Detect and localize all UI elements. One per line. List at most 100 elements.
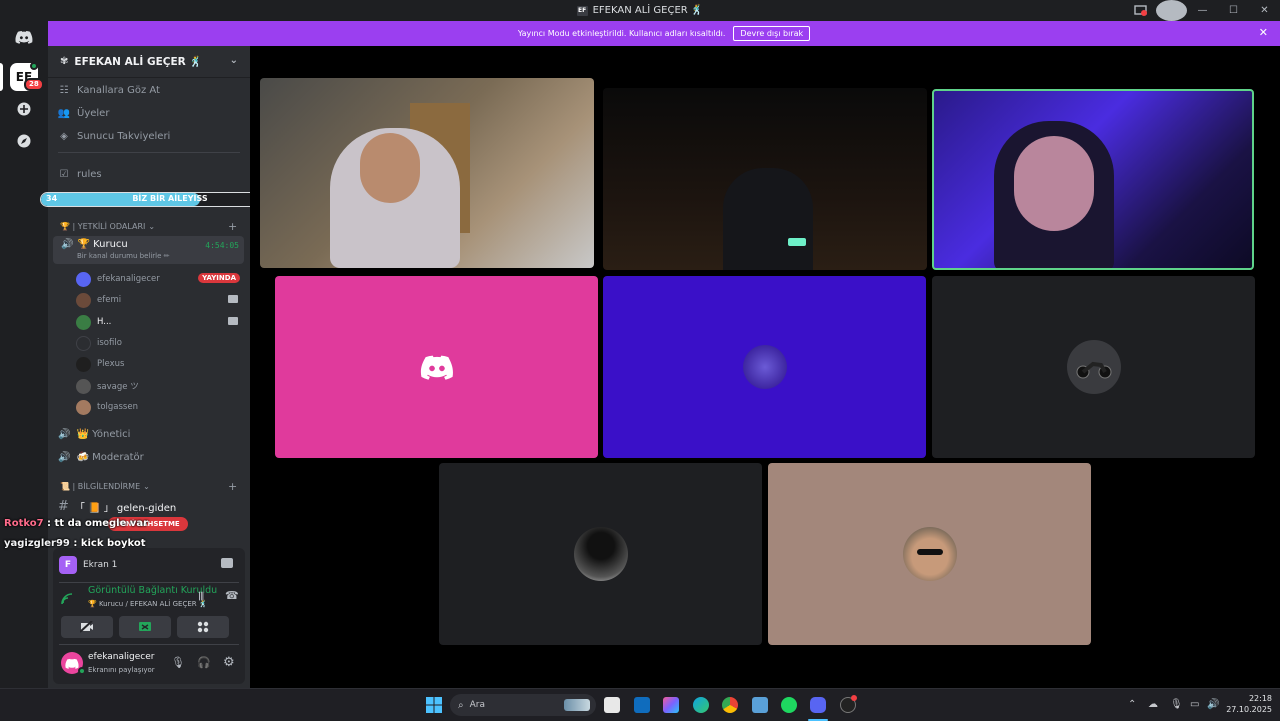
window-controls: ? — ☐ ✕ bbox=[1125, 0, 1280, 21]
volume-icon[interactable]: 🔊 bbox=[1207, 699, 1219, 710]
avatar bbox=[76, 335, 91, 351]
activities-icon bbox=[197, 621, 209, 633]
connection-status[interactable]: Görüntülü Bağlantı Kuruldu bbox=[88, 585, 217, 596]
copilot-icon[interactable] bbox=[663, 697, 679, 713]
add-channel-icon[interactable]: + bbox=[228, 480, 237, 493]
video-grid bbox=[250, 46, 1280, 688]
edge-icon[interactable] bbox=[693, 697, 709, 713]
screen-share-row[interactable]: F Ekran 1 bbox=[59, 554, 239, 576]
channel-label: rules bbox=[77, 168, 102, 180]
voice-channel-moderator[interactable]: 🔊 🍻 Moderatör bbox=[58, 447, 144, 467]
chat-text: : kick boykot bbox=[69, 538, 146, 549]
discover-icon[interactable] bbox=[10, 127, 38, 155]
menu-browse-channels[interactable]: ☷ Kanallara Göz At bbox=[58, 80, 160, 100]
boost-icon: ◈ bbox=[60, 130, 68, 142]
settings-app-icon[interactable] bbox=[752, 697, 768, 713]
participant-tile[interactable] bbox=[768, 463, 1091, 645]
boost-current: 34 bbox=[46, 194, 58, 203]
avatar bbox=[76, 378, 91, 394]
chevron-up-icon[interactable]: ⌃ bbox=[1128, 699, 1136, 710]
voice-user-name: savage ツ bbox=[97, 382, 139, 392]
channel-status[interactable]: Bir kanal durumu belirle ✏ bbox=[77, 252, 170, 260]
voice-user[interactable]: H... bbox=[76, 312, 244, 332]
connection-location[interactable]: 🏆 Kurucu / EFEKAN ALİ GEÇER 🕺 bbox=[88, 600, 208, 608]
voice-user[interactable]: efemi bbox=[76, 290, 244, 310]
discord-taskbar-icon[interactable] bbox=[810, 697, 826, 713]
add-channel-icon[interactable]: + bbox=[228, 220, 237, 233]
cloud-icon[interactable]: ☁ bbox=[1148, 699, 1158, 710]
menu-label: Sunucu Takviyeleri bbox=[77, 130, 171, 142]
avatar bbox=[573, 527, 628, 581]
signal-icon[interactable] bbox=[61, 590, 73, 609]
activities-button[interactable] bbox=[177, 616, 229, 638]
outlook-icon[interactable] bbox=[634, 697, 650, 713]
members-icon: 👥 bbox=[57, 107, 71, 119]
speaker-icon: 🔊 bbox=[58, 451, 71, 463]
server-header[interactable]: ✾ EFEKAN ALİ GEÇER 🕺 ⌄ bbox=[48, 46, 250, 78]
channel-label: 🍻 Moderatör bbox=[76, 451, 144, 463]
streamer-mode-notice: Yayıncı Modu etkinleştirildi. Kullanıcı … bbox=[48, 21, 1280, 46]
boost-progress-bar: 34 BİZ BİR AİLEYİSS 50 bbox=[40, 192, 276, 207]
participant-tile[interactable] bbox=[275, 276, 598, 458]
network-icon[interactable]: ▭ bbox=[1190, 699, 1199, 710]
search-placeholder: Ara bbox=[469, 700, 485, 710]
window-title: EF EFEKAN ALİ GEÇER 🕺 bbox=[576, 5, 704, 16]
server-badge-icon: ✾ bbox=[60, 56, 69, 67]
overlay-chat-message: Rotko7 : tt da omegle var bbox=[4, 518, 148, 529]
video-tile-camera[interactable] bbox=[260, 78, 594, 268]
category-bilgilendirme[interactable]: 📜 | BİLGİLENDİRME ⌄ + bbox=[60, 480, 237, 493]
voice-user[interactable]: isofilo bbox=[76, 333, 244, 353]
maximize-button[interactable]: ☐ bbox=[1218, 0, 1249, 21]
avatar bbox=[742, 345, 787, 389]
voice-user[interactable]: Plexus bbox=[76, 354, 244, 374]
voice-user[interactable]: tolgassen bbox=[76, 397, 244, 417]
file-explorer-icon[interactable] bbox=[604, 697, 620, 713]
windows-start-icon[interactable] bbox=[426, 697, 442, 717]
notice-close-icon[interactable]: ✕ bbox=[1259, 26, 1268, 39]
voice-channel-yonetici[interactable]: 🔊 👑 Yönetici bbox=[58, 424, 130, 444]
speaker-icon: 🔊 bbox=[61, 239, 74, 250]
screen-share-button[interactable] bbox=[119, 616, 171, 638]
microphone-tray-icon[interactable]: 🎙 bbox=[1170, 699, 1183, 710]
discord-home-icon[interactable] bbox=[10, 23, 38, 51]
settings-gear-icon[interactable]: ⚙ bbox=[223, 655, 235, 670]
menu-server-boosts[interactable]: ◈ Sunucu Takviyeleri bbox=[58, 126, 170, 146]
participant-tile[interactable] bbox=[932, 276, 1255, 458]
category-label: 🏆 | YETKİLİ ODALARI bbox=[60, 222, 146, 231]
channel-label: 👑 Yönetici bbox=[76, 428, 131, 440]
microphone-icon[interactable]: 🎙 bbox=[171, 656, 185, 669]
close-button[interactable]: ✕ bbox=[1249, 0, 1280, 21]
video-tile-stream[interactable] bbox=[603, 88, 927, 270]
text-channel-gelen-giden[interactable]: # 「 📙 」 gelen-giden bbox=[58, 496, 176, 516]
minimize-button[interactable]: — bbox=[1187, 0, 1218, 21]
help-icon[interactable]: ? bbox=[1156, 0, 1187, 21]
camera-off-button[interactable] bbox=[61, 616, 113, 638]
chrome-icon[interactable] bbox=[722, 697, 738, 713]
category-yetkili[interactable]: 🏆 | YETKİLİ ODALARI ⌄ + bbox=[60, 220, 237, 233]
voice-channel-kurucu[interactable]: 🔊 🏆 Kurucu Bir kanal durumu belirle ✏ 4:5… bbox=[53, 236, 244, 264]
chat-text: : tt da omegle var bbox=[43, 518, 149, 529]
noise-suppression-icon[interactable]: 𝄃𝄃 bbox=[199, 590, 204, 604]
inbox-icon[interactable] bbox=[1125, 0, 1156, 21]
camera-icon bbox=[228, 295, 238, 303]
participant-tile[interactable] bbox=[439, 463, 762, 645]
video-tile-speaking[interactable] bbox=[932, 89, 1254, 270]
channel-rules[interactable]: ☑ rules bbox=[58, 164, 102, 184]
menu-members[interactable]: 👥 Üyeler bbox=[57, 103, 110, 123]
headphones-icon[interactable]: 🎧 bbox=[197, 656, 211, 669]
windows-taskbar: ⌕ Ara ⌃ ☁ 🎙 ▭ 🔊 22:18 27.10.2025 bbox=[0, 688, 1280, 721]
voice-user[interactable]: efekanaligecer YAYINDA bbox=[76, 269, 244, 289]
disconnect-icon[interactable]: ☎ bbox=[225, 589, 239, 602]
voice-user[interactable]: savage ツ bbox=[76, 376, 244, 396]
taskbar-search[interactable]: ⌕ Ara bbox=[450, 694, 596, 716]
participant-tile[interactable] bbox=[603, 276, 926, 458]
add-server-icon[interactable] bbox=[10, 95, 38, 123]
discord-avatar-icon bbox=[410, 340, 464, 394]
voice-user-name: H... bbox=[97, 317, 112, 327]
window-title-text: EFEKAN ALİ GEÇER 🕺 bbox=[592, 5, 704, 16]
clock[interactable]: 22:18 27.10.2025 bbox=[1226, 693, 1272, 715]
channel-label: 「 📙 」 gelen-giden bbox=[74, 502, 177, 514]
spotify-icon[interactable] bbox=[781, 697, 797, 713]
stop-stream-icon[interactable] bbox=[221, 558, 233, 568]
disable-streamer-mode-button[interactable]: Devre dışı bırak bbox=[733, 26, 811, 41]
